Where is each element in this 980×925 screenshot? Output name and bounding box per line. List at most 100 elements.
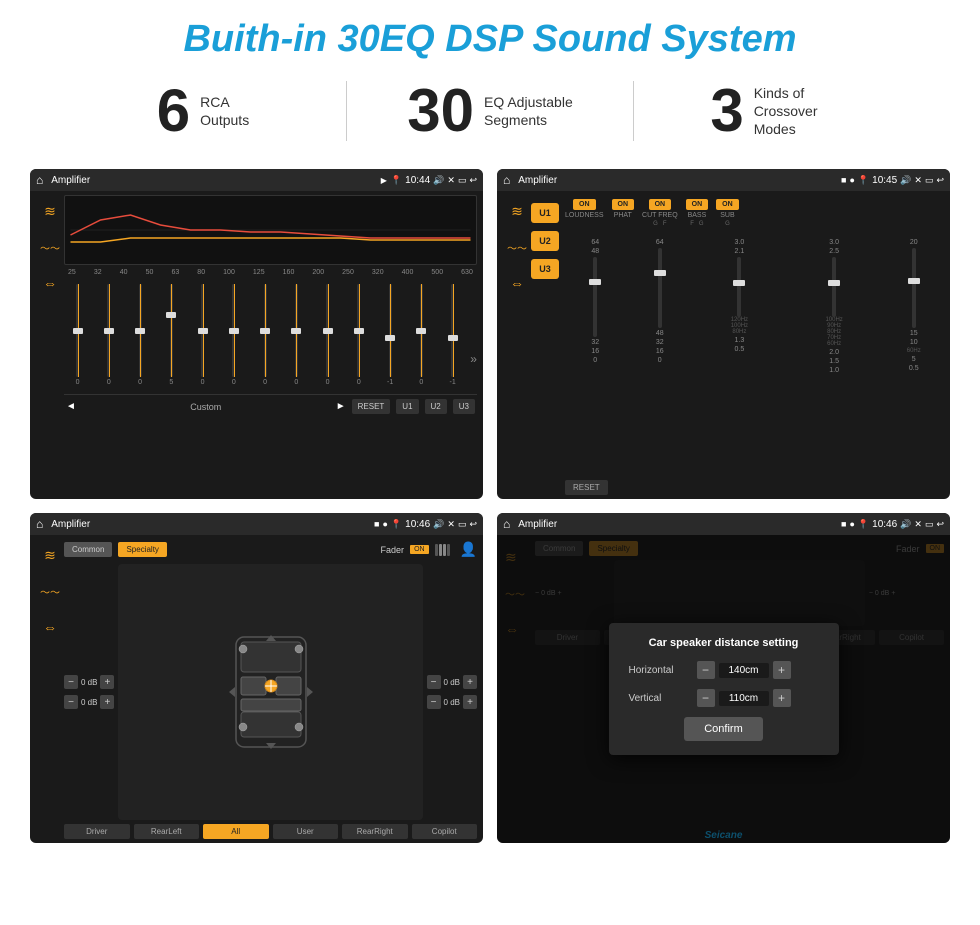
home-icon-2[interactable]: ⌂ bbox=[503, 173, 510, 187]
vertical-minus[interactable]: − bbox=[697, 689, 715, 707]
fader-label: Fader bbox=[381, 545, 405, 555]
eq-slider-8[interactable]: 0 bbox=[314, 284, 341, 386]
preset-u1[interactable]: U1 bbox=[531, 203, 559, 223]
stat-crossover: 3 Kinds ofCrossover Modes bbox=[634, 81, 920, 141]
loudness-on[interactable]: ON bbox=[573, 199, 596, 210]
speaker-bottom-btns: Driver RearLeft All User RearRight Copil… bbox=[64, 824, 477, 839]
eq-u1-btn[interactable]: U1 bbox=[396, 399, 418, 414]
screen-speaker: ⌂ Amplifier ■ ● 📍 10:46 🔊 ✕ ▭ ↩ ≋ 〜〜 ⇔ bbox=[30, 513, 483, 843]
back-icon-3[interactable]: ↩ bbox=[469, 519, 477, 530]
screen4-content: ≋ 〜〜 ⇔ Common Specialty Fader ON bbox=[497, 535, 950, 843]
horizontal-minus[interactable]: − bbox=[697, 661, 715, 679]
btn-rear-right[interactable]: RearRight bbox=[342, 824, 408, 839]
btn-user[interactable]: User bbox=[273, 824, 339, 839]
btn-copilot[interactable]: Copilot bbox=[412, 824, 478, 839]
status-bar-1: ⌂ Amplifier ▶ 📍 10:44 🔊 ✕ ▭ ↩ bbox=[30, 169, 483, 191]
eq-slider-7[interactable]: 0 bbox=[283, 284, 310, 386]
wave-icon-3[interactable]: 〜〜 bbox=[40, 584, 60, 599]
screen3-sidebar: ≋ 〜〜 ⇔ bbox=[36, 539, 64, 839]
back-icon-2[interactable]: ↩ bbox=[936, 175, 944, 186]
stat-eq-number: 30 bbox=[407, 81, 474, 141]
eq-icon-2[interactable]: ≋ bbox=[511, 203, 523, 220]
bass-on[interactable]: ON bbox=[686, 199, 709, 210]
db-right-bottom-minus[interactable]: − bbox=[427, 695, 441, 709]
location-icon-4: 📍 bbox=[858, 519, 869, 530]
arrows-icon-1[interactable]: ⇔ bbox=[43, 275, 57, 291]
tab-common-3[interactable]: Common bbox=[64, 542, 112, 557]
amp-reset-btn[interactable]: RESET bbox=[565, 480, 608, 495]
eq-slider-0[interactable]: 0 bbox=[64, 284, 91, 386]
status-icons-2: ■ ● 📍 10:45 🔊 ✕ ▭ ↩ bbox=[841, 175, 944, 186]
cutfreq-on[interactable]: ON bbox=[649, 199, 672, 210]
db-left-top-plus[interactable]: + bbox=[100, 675, 114, 689]
profile-icon-3[interactable]: 👤 bbox=[460, 541, 477, 558]
db-left-bottom-plus[interactable]: + bbox=[100, 695, 114, 709]
db-right-bottom-plus[interactable]: + bbox=[463, 695, 477, 709]
preset-u3[interactable]: U3 bbox=[531, 259, 559, 279]
preset-u2[interactable]: U2 bbox=[531, 231, 559, 251]
home-icon-3[interactable]: ⌂ bbox=[36, 517, 43, 531]
car-diagram-area bbox=[118, 564, 422, 820]
distance-modal-overlay: Car speaker distance setting Horizontal … bbox=[497, 535, 950, 843]
cutfreq-group: ON CUT FREQ G F bbox=[642, 199, 678, 227]
db-right-top: − 0 dB + bbox=[427, 675, 477, 689]
home-icon-1[interactable]: ⌂ bbox=[36, 173, 43, 187]
back-icon-4[interactable]: ↩ bbox=[936, 519, 944, 530]
eq-u3-btn[interactable]: U3 bbox=[453, 399, 475, 414]
loudness-slider: 64 48 32 16 0 bbox=[565, 239, 626, 468]
db-left-bottom-minus[interactable]: − bbox=[64, 695, 78, 709]
vertical-label: Vertical bbox=[629, 693, 689, 704]
db-left-top-minus[interactable]: − bbox=[64, 675, 78, 689]
speaker-icon-3: 🔊 bbox=[433, 519, 444, 530]
sub-on[interactable]: ON bbox=[716, 199, 739, 210]
eq-slider-11[interactable]: 0 bbox=[408, 284, 435, 386]
phat-on[interactable]: ON bbox=[612, 199, 635, 210]
db-right-top-plus[interactable]: + bbox=[463, 675, 477, 689]
arrows-icon-2[interactable]: ⇔ bbox=[510, 275, 524, 291]
back-icon-1[interactable]: ↩ bbox=[469, 175, 477, 186]
horizontal-plus[interactable]: + bbox=[773, 661, 791, 679]
modal-title: Car speaker distance setting bbox=[629, 637, 819, 649]
btn-all[interactable]: All bbox=[203, 824, 269, 839]
location-icon-3: 📍 bbox=[391, 519, 402, 530]
btn-rear-left[interactable]: RearLeft bbox=[134, 824, 200, 839]
eq-slider-3[interactable]: 5 bbox=[158, 284, 185, 386]
eq-slider-12[interactable]: -1 bbox=[439, 284, 466, 386]
tab-specialty-3[interactable]: Specialty bbox=[118, 542, 166, 557]
fader-on-btn[interactable]: ON bbox=[410, 545, 429, 554]
dot2-icon-3: ● bbox=[382, 519, 387, 529]
bass-group: ON BASS F G bbox=[686, 199, 709, 227]
eq-slider-5[interactable]: 0 bbox=[220, 284, 247, 386]
vertical-plus[interactable]: + bbox=[773, 689, 791, 707]
status-icons-4: ■ ● 📍 10:46 🔊 ✕ ▭ ↩ bbox=[841, 519, 944, 530]
status-bar-3: ⌂ Amplifier ■ ● 📍 10:46 🔊 ✕ ▭ ↩ bbox=[30, 513, 483, 535]
wave-icon-2[interactable]: 〜〜 bbox=[507, 240, 527, 255]
eq-u2-btn[interactable]: U2 bbox=[425, 399, 447, 414]
eq-slider-4[interactable]: 0 bbox=[189, 284, 216, 386]
db-right-top-minus[interactable]: − bbox=[427, 675, 441, 689]
eq-slider-1[interactable]: 0 bbox=[95, 284, 122, 386]
eq-reset-btn[interactable]: RESET bbox=[352, 399, 391, 414]
home-icon-4[interactable]: ⌂ bbox=[503, 517, 510, 531]
eq-icon-3[interactable]: ≋ bbox=[44, 547, 56, 564]
eq-slider-2[interactable]: 0 bbox=[127, 284, 154, 386]
eq-slider-6[interactable]: 0 bbox=[252, 284, 279, 386]
eq-icon-1[interactable]: ≋ bbox=[44, 203, 56, 220]
horizontal-value: 140cm bbox=[719, 663, 769, 678]
db-right-bottom-val: 0 dB bbox=[444, 698, 460, 707]
db-left-bottom: − 0 dB + bbox=[64, 695, 114, 709]
btn-driver[interactable]: Driver bbox=[64, 824, 130, 839]
arrows-icon-3[interactable]: ⇔ bbox=[43, 619, 57, 635]
eq-slider-10[interactable]: -1 bbox=[377, 284, 404, 386]
wave-icon-1[interactable]: 〜〜 bbox=[40, 240, 60, 255]
confirm-button[interactable]: Confirm bbox=[684, 717, 763, 741]
window-icon-3: ▭ bbox=[458, 519, 467, 530]
page-title: Buith-in 30EQ DSP Sound System bbox=[0, 0, 980, 71]
eq-prev-btn[interactable]: ◄ bbox=[66, 401, 76, 412]
db-right-top-val: 0 dB bbox=[444, 678, 460, 687]
eq-slider-9[interactable]: 0 bbox=[345, 284, 372, 386]
eq-next-btn[interactable]: ► bbox=[336, 401, 346, 412]
dot-icon-4: ■ bbox=[841, 519, 846, 529]
vertical-value: 110cm bbox=[719, 691, 769, 706]
right-controls: − 0 dB + − 0 dB + bbox=[427, 564, 477, 820]
